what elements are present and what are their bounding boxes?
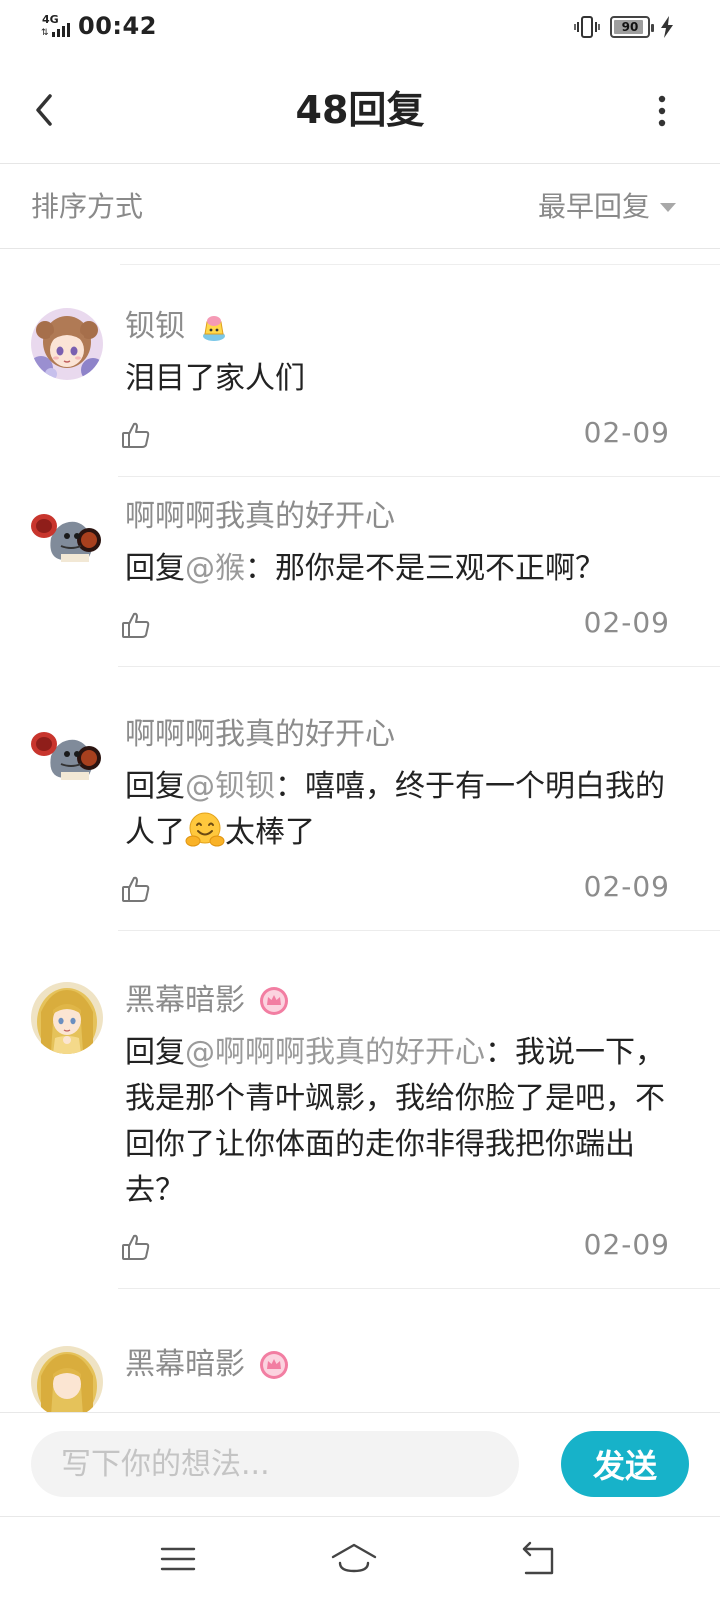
comment-item[interactable]: 黑幕暗影 回复@啊啊啊我真的好开心：我说一下，我是那个青叶飒影，我给你脸了是吧，…	[0, 964, 720, 1328]
status-right: 90	[574, 14, 674, 40]
system-nav-bar	[0, 1516, 720, 1600]
header: 48回复	[0, 56, 720, 164]
send-button[interactable]: 发送	[561, 1431, 689, 1497]
divider	[118, 666, 720, 667]
crown-badge-icon	[260, 987, 288, 1015]
mention-link[interactable]: @钡钡	[185, 769, 275, 804]
divider	[118, 1288, 720, 1289]
avatar[interactable]	[31, 716, 103, 788]
charging-icon	[661, 16, 673, 38]
comment-list[interactable]: 钡钡 泪目了家人们 02-09 啊啊啊我真的好开心 回复@猴：那你是不是三观不正…	[0, 290, 720, 1412]
sort-bar: 排序方式 最早回复	[0, 165, 720, 249]
mention-link[interactable]: @猴	[185, 551, 245, 586]
crown-badge-icon	[260, 1351, 288, 1379]
mention-link[interactable]: @啊啊啊我真的好开心	[185, 1035, 485, 1070]
thumbs-up-icon	[122, 422, 150, 448]
comment-item[interactable]: 啊啊啊我真的好开心 回复@猴：那你是不是三观不正啊？ 02-09	[0, 480, 720, 698]
thumbs-up-icon	[122, 876, 150, 902]
comment-actions: 02-09	[122, 856, 680, 930]
comment-item[interactable]: 钡钡 泪目了家人们 02-09	[0, 290, 720, 480]
username[interactable]: 黑幕暗影	[125, 981, 245, 1021]
comment-text: 回复@猴：那你是不是三观不正啊？	[125, 551, 605, 586]
comment-body: 黑幕暗影	[125, 1328, 720, 1390]
comment-date: 02-09	[583, 416, 670, 449]
hugging-face-icon	[185, 812, 225, 847]
comment-date: 02-09	[583, 870, 670, 903]
comment-text: 回复@钡钡：嘻嘻，终于有一个明白我的人了 太棒了	[125, 769, 665, 850]
like-button[interactable]	[121, 874, 151, 904]
clock: 00:42	[78, 12, 157, 40]
signal-icon: 4G ⇅	[40, 12, 72, 40]
comment-item[interactable]: 黑幕暗影	[0, 1328, 720, 1412]
comment-body: 啊啊啊我真的好开心 回复@钡钡：嘻嘻，终于有一个明白我的人了 太棒了 02-09	[122, 698, 720, 930]
return-icon	[522, 1541, 554, 1575]
username[interactable]: 啊啊啊我真的好开心	[125, 715, 395, 755]
thumbs-up-icon	[122, 612, 150, 638]
comment-body: 啊啊啊我真的好开心 回复@猴：那你是不是三观不正啊？ 02-09	[122, 480, 720, 666]
menu-icon	[160, 1547, 196, 1571]
menu-button[interactable]	[158, 1539, 198, 1579]
avatar[interactable]	[31, 498, 103, 570]
avatar[interactable]	[31, 982, 103, 1054]
username[interactable]: 钡钡	[125, 307, 185, 347]
comment-text: 泪目了家人们	[125, 361, 305, 396]
battery-percent: 90	[621, 20, 639, 34]
avatar[interactable]	[31, 308, 103, 380]
divider	[118, 930, 720, 931]
status-left: 4G ⇅ 00:42	[40, 12, 157, 40]
screen: 4G ⇅ 00:42 90 48回复 排序方式 最早回复 钡钡 泪目了家人们 0…	[0, 0, 720, 1600]
username[interactable]: 黑幕暗影	[125, 1345, 245, 1385]
home-icon	[331, 1543, 377, 1573]
divider	[120, 264, 720, 265]
caret-down-icon	[660, 202, 676, 212]
comment-text: 回复@啊啊啊我真的好开心：我说一下，我是那个青叶飒影，我给你脸了是吧，不回你了让…	[125, 1035, 665, 1208]
like-button[interactable]	[121, 1232, 151, 1262]
divider	[118, 476, 720, 477]
like-button[interactable]	[121, 610, 151, 640]
comment-body: 钡钡 泪目了家人们 02-09	[122, 290, 720, 476]
home-button[interactable]	[330, 1539, 378, 1579]
status-bar: 4G ⇅ 00:42 90	[0, 0, 720, 56]
sort-value: 最早回复	[537, 190, 650, 223]
more-vertical-icon	[658, 95, 666, 127]
comment-actions: 02-09	[122, 1214, 680, 1288]
sort-dropdown[interactable]: 最早回复	[538, 187, 676, 227]
comment-composer: 发送	[0, 1412, 720, 1516]
comment-body: 黑幕暗影 回复@啊啊啊我真的好开心：我说一下，我是那个青叶飒影，我给你脸了是吧，…	[122, 964, 720, 1288]
comment-item[interactable]: 啊啊啊我真的好开心 回复@钡钡：嘻嘻，终于有一个明白我的人了 太棒了 02-09	[0, 698, 720, 964]
comment-date: 02-09	[583, 1228, 670, 1261]
sort-label: 排序方式	[31, 190, 144, 223]
more-button[interactable]	[656, 94, 668, 128]
like-button[interactable]	[121, 420, 151, 450]
comment-date: 02-09	[583, 606, 670, 639]
comment-actions: 02-09	[122, 402, 680, 476]
thumbs-up-icon	[122, 1234, 150, 1260]
back-nav-button[interactable]	[518, 1539, 558, 1579]
member-badge-icon	[203, 316, 225, 341]
comment-input[interactable]	[31, 1431, 519, 1497]
page-title: 48回复	[295, 88, 425, 132]
avatar[interactable]	[31, 1346, 103, 1412]
vibrate-icon	[574, 16, 600, 38]
comment-actions: 02-09	[122, 592, 680, 666]
username[interactable]: 啊啊啊我真的好开心	[125, 497, 395, 537]
battery-icon: 90	[610, 16, 654, 38]
